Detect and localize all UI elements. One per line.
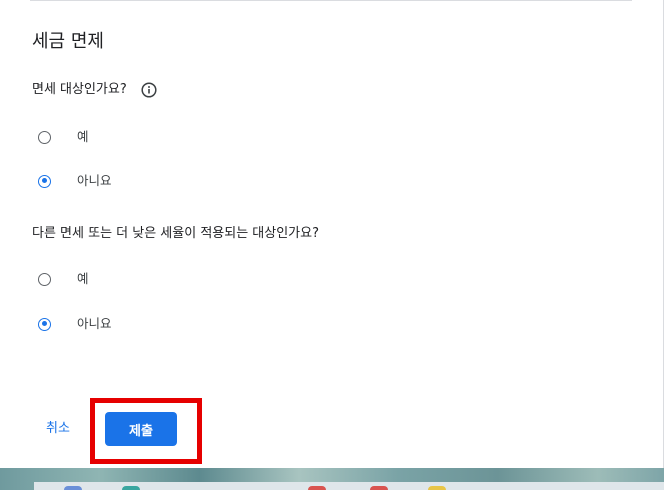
- question-reduced-rate: 다른 면세 또는 더 낮은 세율이 적용되는 대상인가요?: [32, 225, 319, 243]
- radio-button-selected[interactable]: [38, 317, 51, 331]
- radio-label: 예: [77, 129, 89, 144]
- radio-label: 아니요: [77, 316, 112, 331]
- question-tax-exempt: 면세 대상인가요?: [32, 81, 157, 99]
- section-title: 세금 면제: [32, 31, 104, 52]
- taskbar-app-icon[interactable]: [64, 486, 82, 490]
- cancel-button[interactable]: 취소: [46, 420, 70, 438]
- radio-button[interactable]: [38, 272, 51, 286]
- radio-button-selected[interactable]: [38, 174, 51, 188]
- radio-label: 아니요: [77, 173, 112, 188]
- question-reduced-rate-text: 다른 면세 또는 더 낮은 세율이 적용되는 대상인가요?: [32, 226, 319, 241]
- question-tax-exempt-text: 면세 대상인가요?: [32, 82, 127, 97]
- taskbar-app-icon[interactable]: [122, 486, 140, 490]
- dialog-body: 세금 면제 면세 대상인가요? 예 아니요 다른 면세 또는 더 낮은 세율이 …: [0, 0, 664, 468]
- radio-label: 예: [77, 271, 89, 286]
- taskbar-app-icon[interactable]: [308, 486, 326, 490]
- taskbar-app-icon[interactable]: [370, 486, 388, 490]
- radio-button[interactable]: [38, 130, 51, 144]
- radio-option-reduced-rate-yes[interactable]: 예: [38, 269, 89, 289]
- info-icon[interactable]: [141, 82, 157, 98]
- radio-option-reduced-rate-no[interactable]: 아니요: [38, 314, 112, 334]
- radio-option-tax-exempt-yes[interactable]: 예: [38, 127, 89, 147]
- submit-button[interactable]: 제출: [105, 412, 177, 446]
- taskbar-app-icon[interactable]: [428, 486, 446, 490]
- tax-exemption-dialog: 세금 면제 면세 대상인가요? 예 아니요 다른 면세 또는 더 낮은 세율이 …: [0, 0, 664, 490]
- radio-option-tax-exempt-no[interactable]: 아니요: [38, 171, 112, 191]
